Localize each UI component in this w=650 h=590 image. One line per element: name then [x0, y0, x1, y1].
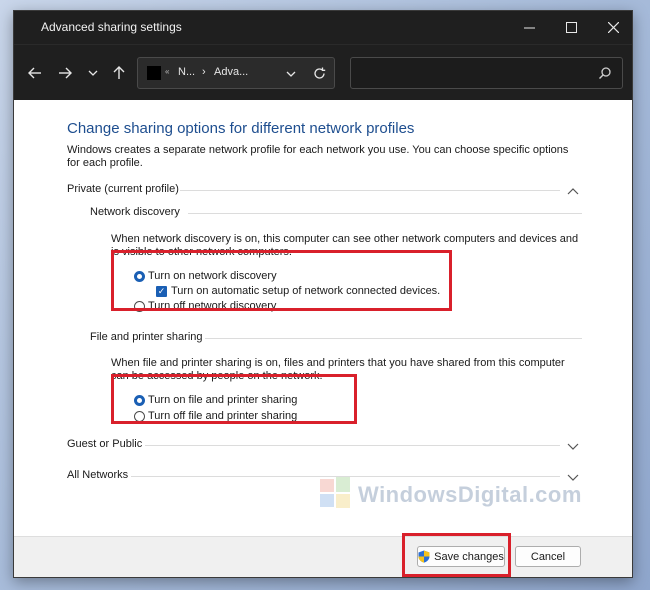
- page-title: Change sharing options for different net…: [67, 120, 415, 137]
- title-bar: Advanced sharing settings: [14, 11, 632, 44]
- close-icon: [607, 22, 619, 33]
- chevron-down-icon: [286, 71, 296, 77]
- guest-public-header[interactable]: Guest or Public: [67, 438, 142, 450]
- address-dropdown-button[interactable]: [286, 65, 296, 81]
- highlight-network-discovery: [111, 250, 452, 311]
- minimize-button[interactable]: [508, 11, 550, 44]
- search-icon: [599, 67, 611, 79]
- close-button[interactable]: [592, 11, 632, 44]
- breadcrumb-separator: ›: [202, 66, 206, 78]
- forward-arrow-icon: [59, 67, 72, 79]
- watermark: WindowsDigital.com: [318, 476, 581, 513]
- refresh-icon: [314, 67, 326, 79]
- divider: [188, 213, 582, 214]
- up-arrow-icon: [113, 66, 125, 79]
- windows-logo-icon: [320, 477, 350, 508]
- chevron-down-icon: [88, 70, 98, 76]
- divider: [205, 338, 582, 339]
- cancel-button[interactable]: Cancel: [515, 546, 581, 567]
- highlight-save-button: [402, 533, 511, 577]
- refresh-button[interactable]: [313, 63, 326, 84]
- maximize-button[interactable]: [550, 11, 592, 44]
- private-profile-header[interactable]: Private (current profile): [67, 183, 179, 195]
- dialog-footer: Save changes Cancel: [14, 536, 632, 577]
- window-title: Advanced sharing settings: [41, 20, 182, 34]
- breadcrumb-overflow[interactable]: «: [165, 67, 169, 76]
- chevron-up-icon[interactable]: [567, 187, 579, 195]
- minimize-icon: [523, 27, 535, 29]
- page-description: Windows creates a separate network profi…: [67, 144, 569, 169]
- cancel-label: Cancel: [530, 550, 566, 563]
- forward-button[interactable]: [54, 62, 76, 84]
- all-networks-header[interactable]: All Networks: [67, 469, 128, 481]
- chevron-down-icon[interactable]: [567, 442, 579, 450]
- file-printer-sharing-label: File and printer sharing: [90, 331, 203, 343]
- chevron-down-icon[interactable]: [567, 473, 579, 481]
- address-bar[interactable]: « N... › Adva...: [137, 57, 335, 89]
- search-input[interactable]: [350, 57, 623, 89]
- recent-locations-button[interactable]: [82, 62, 104, 84]
- highlight-file-sharing: [111, 374, 357, 424]
- up-button[interactable]: [108, 62, 130, 84]
- divider: [145, 445, 560, 446]
- location-icon: [147, 66, 161, 80]
- breadcrumb-advanced[interactable]: Adva...: [214, 66, 248, 78]
- back-button[interactable]: [24, 62, 46, 84]
- navigation-toolbar: « N... › Adva...: [14, 44, 632, 100]
- watermark-text: WindowsDigital.com: [358, 482, 582, 507]
- divider: [180, 190, 560, 191]
- breadcrumb-network[interactable]: N...: [178, 66, 195, 78]
- network-discovery-label: Network discovery: [90, 206, 180, 218]
- settings-content: Change sharing options for different net…: [14, 101, 632, 536]
- maximize-icon: [565, 22, 577, 33]
- back-arrow-icon: [28, 67, 41, 79]
